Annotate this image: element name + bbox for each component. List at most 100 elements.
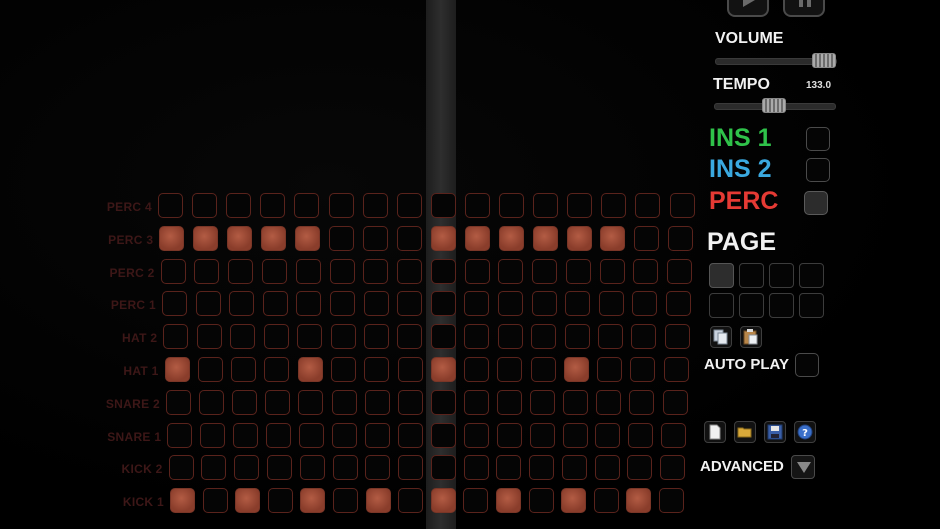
step-cell[interactable] [565, 291, 591, 317]
step-cell[interactable] [497, 324, 523, 350]
step-cell[interactable] [295, 225, 321, 251]
track-toggle-ins1[interactable] [806, 127, 830, 151]
step-cell[interactable] [669, 193, 695, 218]
step-cell[interactable] [364, 422, 390, 448]
page-button[interactable] [799, 293, 824, 318]
pause-button[interactable] [783, 0, 825, 17]
step-cell[interactable] [600, 225, 626, 251]
step-cell[interactable] [661, 422, 687, 448]
step-cell[interactable] [228, 258, 254, 284]
step-cell[interactable] [464, 193, 490, 218]
step-cell[interactable] [631, 324, 657, 350]
step-cell[interactable] [632, 291, 658, 317]
page-button[interactable] [709, 263, 734, 288]
step-cell[interactable] [363, 324, 389, 350]
step-cell[interactable] [201, 455, 227, 481]
step-cell[interactable] [226, 193, 252, 218]
step-cell[interactable] [430, 488, 456, 514]
step-cell[interactable] [232, 389, 258, 415]
step-cell[interactable] [264, 357, 290, 382]
step-cell[interactable] [158, 193, 183, 218]
step-cell[interactable] [531, 324, 557, 350]
step-cell[interactable] [662, 389, 688, 415]
step-cell[interactable] [294, 193, 320, 218]
step-cell[interactable] [562, 422, 588, 448]
step-cell[interactable] [333, 488, 358, 514]
step-cell[interactable] [197, 357, 223, 382]
step-cell[interactable] [498, 291, 523, 317]
step-cell[interactable] [164, 357, 190, 382]
step-cell[interactable] [297, 357, 323, 382]
step-cell[interactable] [633, 258, 659, 284]
autoplay-toggle[interactable] [795, 353, 819, 377]
step-cell[interactable] [660, 455, 686, 481]
step-cell[interactable] [596, 389, 622, 415]
page-button[interactable] [709, 293, 734, 318]
step-cell[interactable] [261, 258, 287, 284]
step-cell[interactable] [234, 455, 260, 481]
step-cell[interactable] [192, 193, 218, 218]
step-cell[interactable] [464, 324, 490, 350]
step-cell[interactable] [299, 422, 325, 448]
step-cell[interactable] [628, 422, 654, 448]
page-button[interactable] [739, 293, 764, 318]
step-cell[interactable] [594, 455, 620, 481]
step-cell[interactable] [162, 291, 187, 317]
step-cell[interactable] [567, 193, 593, 218]
step-cell[interactable] [168, 455, 194, 481]
track-toggle-ins2[interactable] [806, 158, 830, 182]
step-cell[interactable] [167, 422, 193, 448]
step-cell[interactable] [430, 389, 456, 415]
step-cell[interactable] [332, 455, 358, 481]
step-cell[interactable] [668, 225, 694, 251]
step-cell[interactable] [195, 291, 221, 317]
step-cell[interactable] [626, 488, 652, 514]
step-cell[interactable] [297, 324, 323, 350]
page-button[interactable] [739, 263, 764, 288]
step-cell[interactable] [397, 422, 423, 448]
step-cell[interactable] [266, 422, 292, 448]
step-cell[interactable] [627, 455, 653, 481]
step-cell[interactable] [166, 389, 191, 415]
step-cell[interactable] [397, 357, 423, 382]
page-button[interactable] [769, 293, 794, 318]
step-cell[interactable] [532, 225, 558, 251]
copy-button[interactable] [710, 326, 732, 348]
step-cell[interactable] [564, 324, 590, 350]
page-button[interactable] [769, 263, 794, 288]
step-cell[interactable] [231, 357, 257, 382]
step-cell[interactable] [659, 488, 684, 514]
step-cell[interactable] [634, 225, 660, 251]
step-cell[interactable] [664, 324, 690, 350]
step-cell[interactable] [330, 324, 356, 350]
step-cell[interactable] [430, 225, 456, 251]
step-cell[interactable] [635, 193, 661, 218]
step-cell[interactable] [328, 193, 354, 218]
step-cell[interactable] [163, 324, 189, 350]
step-cell[interactable] [263, 324, 289, 350]
step-cell[interactable] [398, 455, 424, 481]
step-cell[interactable] [499, 193, 524, 218]
step-cell[interactable] [200, 422, 226, 448]
step-cell[interactable] [430, 193, 456, 218]
step-cell[interactable] [496, 455, 522, 481]
step-cell[interactable] [430, 258, 456, 284]
step-cell[interactable] [194, 258, 220, 284]
step-cell[interactable] [598, 291, 624, 317]
step-cell[interactable] [463, 422, 489, 448]
step-cell[interactable] [362, 193, 388, 218]
step-cell[interactable] [295, 258, 321, 284]
page-button[interactable] [799, 263, 824, 288]
step-cell[interactable] [599, 258, 625, 284]
step-cell[interactable] [533, 193, 559, 218]
step-cell[interactable] [397, 258, 423, 284]
step-cell[interactable] [629, 389, 655, 415]
step-cell[interactable] [498, 225, 524, 251]
step-cell[interactable] [160, 258, 186, 284]
step-cell[interactable] [298, 389, 324, 415]
step-cell[interactable] [262, 291, 288, 317]
step-cell[interactable] [199, 389, 225, 415]
step-cell[interactable] [329, 258, 355, 284]
new-file-button[interactable] [704, 421, 726, 443]
step-cell[interactable] [331, 389, 357, 415]
